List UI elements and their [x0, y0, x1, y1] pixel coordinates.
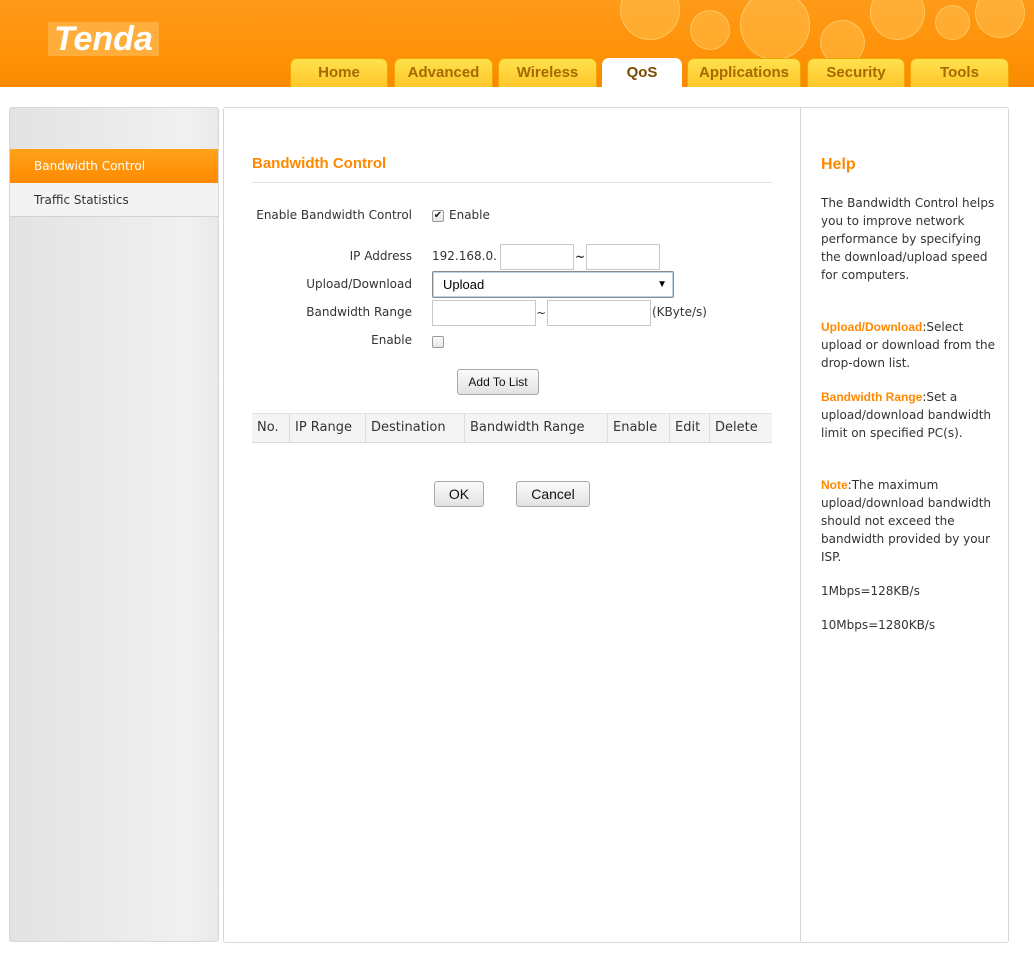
tab-tools[interactable]: Tools [910, 58, 1009, 87]
upload-download-label: Upload/Download [306, 277, 412, 291]
bandwidth-unit: (KByte/s) [652, 305, 707, 319]
help-upload-download: Upload/Download:Select upload or downloa… [821, 318, 996, 372]
rule-table-header: No. IP Range Destination Bandwidth Range… [252, 413, 772, 443]
tab-home[interactable]: Home [290, 58, 388, 87]
column-header-enable: Enable [607, 414, 669, 442]
page-title: Bandwidth Control [252, 155, 387, 172]
help-note: Note:The maximum upload/download bandwid… [821, 476, 996, 566]
column-header-ip-range: IP Range [289, 414, 365, 442]
help-bandwidth-range: Bandwidth Range:Set a upload/download ba… [821, 388, 996, 442]
ip-address-label: IP Address [349, 249, 412, 263]
enable-label: Enable [371, 333, 412, 347]
sidebar-item-bandwidth-control[interactable]: Bandwidth Control [10, 149, 218, 183]
tenda-logo: Tenda [48, 22, 159, 56]
help-bandwidth-range-key: Bandwidth Range [821, 390, 923, 404]
ip-end-input[interactable] [586, 244, 660, 270]
decorative-bubble [870, 0, 925, 40]
title-divider [252, 182, 772, 183]
column-header-delete: Delete [709, 414, 772, 442]
add-to-list-button[interactable]: Add To List [457, 369, 539, 395]
tab-qos[interactable]: QoS [602, 58, 682, 87]
bandwidth-min-input[interactable] [432, 300, 536, 326]
help-conversion-1: 1Mbps=128KB/s [821, 584, 920, 598]
header-bar: Tenda Home Advanced Wireless QoS Applica… [0, 0, 1034, 87]
help-note-key: Note [821, 478, 848, 492]
help-title: Help [821, 156, 856, 173]
cancel-button[interactable]: Cancel [516, 481, 590, 507]
ip-start-input[interactable] [500, 244, 574, 270]
decorative-bubble [935, 5, 970, 40]
help-conversion-2: 10Mbps=1280KB/s [821, 618, 936, 632]
help-divider [800, 108, 801, 941]
upload-download-value: Upload [443, 277, 485, 292]
decorative-bubble [690, 10, 730, 50]
bandwidth-range-label: Bandwidth Range [306, 305, 412, 319]
enable-bandwidth-control-label: Enable Bandwidth Control [256, 208, 412, 222]
enable-checkbox[interactable] [432, 336, 444, 348]
tab-advanced[interactable]: Advanced [394, 58, 493, 87]
sidebar: Bandwidth Control Traffic Statistics [9, 107, 219, 942]
ip-prefix: 192.168.0. [432, 249, 497, 263]
bandwidth-range-separator: ~ [536, 306, 547, 320]
tab-wireless[interactable]: Wireless [498, 58, 597, 87]
enable-bandwidth-control-text: Enable [449, 208, 490, 222]
column-header-destination: Destination [365, 414, 464, 442]
column-header-edit: Edit [669, 414, 709, 442]
ok-button[interactable]: OK [434, 481, 484, 507]
help-intro: The Bandwidth Control helps you to impro… [821, 196, 995, 282]
upload-download-select[interactable]: Upload ▼ [432, 271, 674, 298]
decorative-bubble [620, 0, 680, 40]
sidebar-item-traffic-statistics[interactable]: Traffic Statistics [10, 183, 218, 217]
decorative-bubble [975, 0, 1025, 38]
dropdown-arrow-icon: ▼ [657, 279, 667, 290]
bandwidth-max-input[interactable] [547, 300, 651, 326]
ip-range-separator: ~ [575, 250, 586, 264]
enable-bandwidth-control-checkbox[interactable]: ✔ [432, 210, 444, 222]
tab-security[interactable]: Security [807, 58, 905, 87]
help-upload-download-key: Upload/Download [821, 320, 923, 334]
column-header-no: No. [257, 420, 279, 435]
tab-applications[interactable]: Applications [687, 58, 801, 87]
decorative-bubble [740, 0, 810, 60]
checkmark-icon: ✔ [433, 210, 443, 221]
column-header-bandwidth-range: Bandwidth Range [464, 414, 607, 442]
